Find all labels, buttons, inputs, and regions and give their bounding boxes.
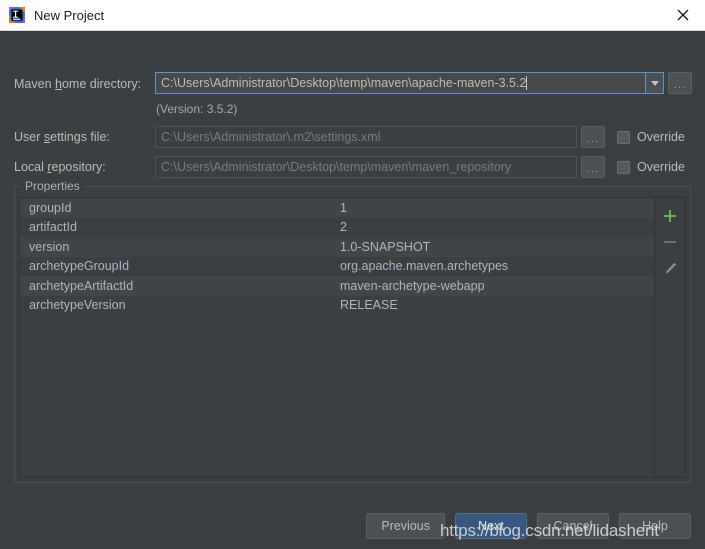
label-suffix: ome directory:: [61, 77, 142, 91]
table-row[interactable]: archetypeArtifactId maven-archetype-webap…: [20, 276, 654, 296]
label-prefix: Maven: [14, 77, 55, 91]
user-settings-override-checkbox[interactable]: Override: [617, 130, 685, 144]
maven-home-directory-label: Maven home directory:: [14, 77, 141, 91]
chevron-triangle: [650, 80, 659, 86]
maven-version-note: (Version: 3.5.2): [156, 102, 238, 116]
label-mnemonic: h: [55, 77, 62, 91]
intellij-idea-icon: [9, 7, 25, 23]
property-value: 1: [340, 200, 347, 215]
chevron-down-icon[interactable]: [645, 73, 663, 93]
table-row[interactable]: version 1.0-SNAPSHOT: [20, 237, 654, 257]
property-key: archetypeGroupId: [29, 259, 130, 274]
help-button[interactable]: Help: [619, 513, 691, 539]
pencil-icon[interactable]: [656, 255, 684, 281]
local-repository-override-checkbox[interactable]: Override: [617, 160, 685, 174]
property-key: archetypeVersion: [29, 298, 126, 313]
cancel-button[interactable]: Cancel: [537, 513, 609, 539]
text-caret: [526, 76, 528, 90]
table-row[interactable]: artifactId 2: [20, 217, 654, 237]
maven-home-browse-button[interactable]: ...: [668, 72, 692, 94]
dialog-body: Maven home directory: C:\Users\Administr…: [0, 31, 705, 549]
local-repository-browse-button[interactable]: ...: [581, 156, 605, 178]
properties-group: Properties groupId 1 artifactId 2 version 1.0…: [14, 179, 691, 483]
local-repository-label: Local repository:: [14, 160, 106, 174]
close-icon[interactable]: [661, 0, 705, 31]
property-key: archetypeArtifactId: [29, 278, 134, 293]
checkbox-box: [617, 160, 630, 174]
user-settings-file-label: User settings file:: [14, 130, 110, 144]
maven-home-directory-input[interactable]: C:\Users\Administrator\Desktop\temp\mave…: [155, 72, 664, 94]
maven-home-directory-value: C:\Users\Administrator\Desktop\temp\mave…: [161, 76, 527, 90]
properties-table[interactable]: groupId 1 artifactId 2 version 1.0-SNAPSHOT ar…: [20, 198, 654, 477]
next-button[interactable]: Next: [455, 513, 527, 539]
properties-toolbar: [654, 198, 685, 477]
window-title: New Project: [34, 7, 105, 23]
user-settings-browse-button[interactable]: ...: [581, 126, 605, 148]
checkbox-box: [617, 130, 630, 144]
property-key: artifactId: [29, 220, 77, 235]
dialog-button-bar: Previous Next Cancel Help: [0, 513, 691, 539]
property-value: RELEASE: [340, 298, 398, 313]
properties-legend: Properties: [21, 179, 84, 193]
properties-panel: groupId 1 artifactId 2 version 1.0-SNAPSHOT ar…: [19, 197, 686, 478]
previous-button[interactable]: Previous: [366, 513, 445, 539]
property-value: maven-archetype-webapp: [340, 278, 485, 293]
label-prefix: User: [14, 130, 44, 144]
property-value: 1.0-SNAPSHOT: [340, 239, 431, 254]
user-settings-override-label: Override: [637, 130, 685, 144]
property-key: groupId: [29, 200, 72, 215]
property-value: 2: [340, 220, 347, 235]
property-value: org.apache.maven.archetypes: [340, 259, 509, 274]
label-prefix: Local: [14, 160, 48, 174]
table-row[interactable]: archetypeVersion RELEASE: [20, 295, 654, 315]
label-suffix: epository:: [51, 160, 106, 174]
minus-icon[interactable]: [656, 229, 684, 255]
title-bar: New Project: [0, 0, 705, 31]
table-row[interactable]: groupId 1: [20, 198, 654, 218]
table-row[interactable]: archetypeGroupId org.apache.maven.archety…: [20, 256, 654, 276]
user-settings-file-input[interactable]: C:\Users\Administrator\.m2\settings.xml: [155, 126, 577, 148]
plus-icon[interactable]: [656, 203, 684, 229]
local-repository-input[interactable]: C:\Users\Administrator\Desktop\temp\mave…: [155, 156, 577, 178]
property-key: version: [29, 239, 70, 254]
local-repository-override-label: Override: [637, 160, 685, 174]
label-suffix: ettings file:: [50, 130, 110, 144]
